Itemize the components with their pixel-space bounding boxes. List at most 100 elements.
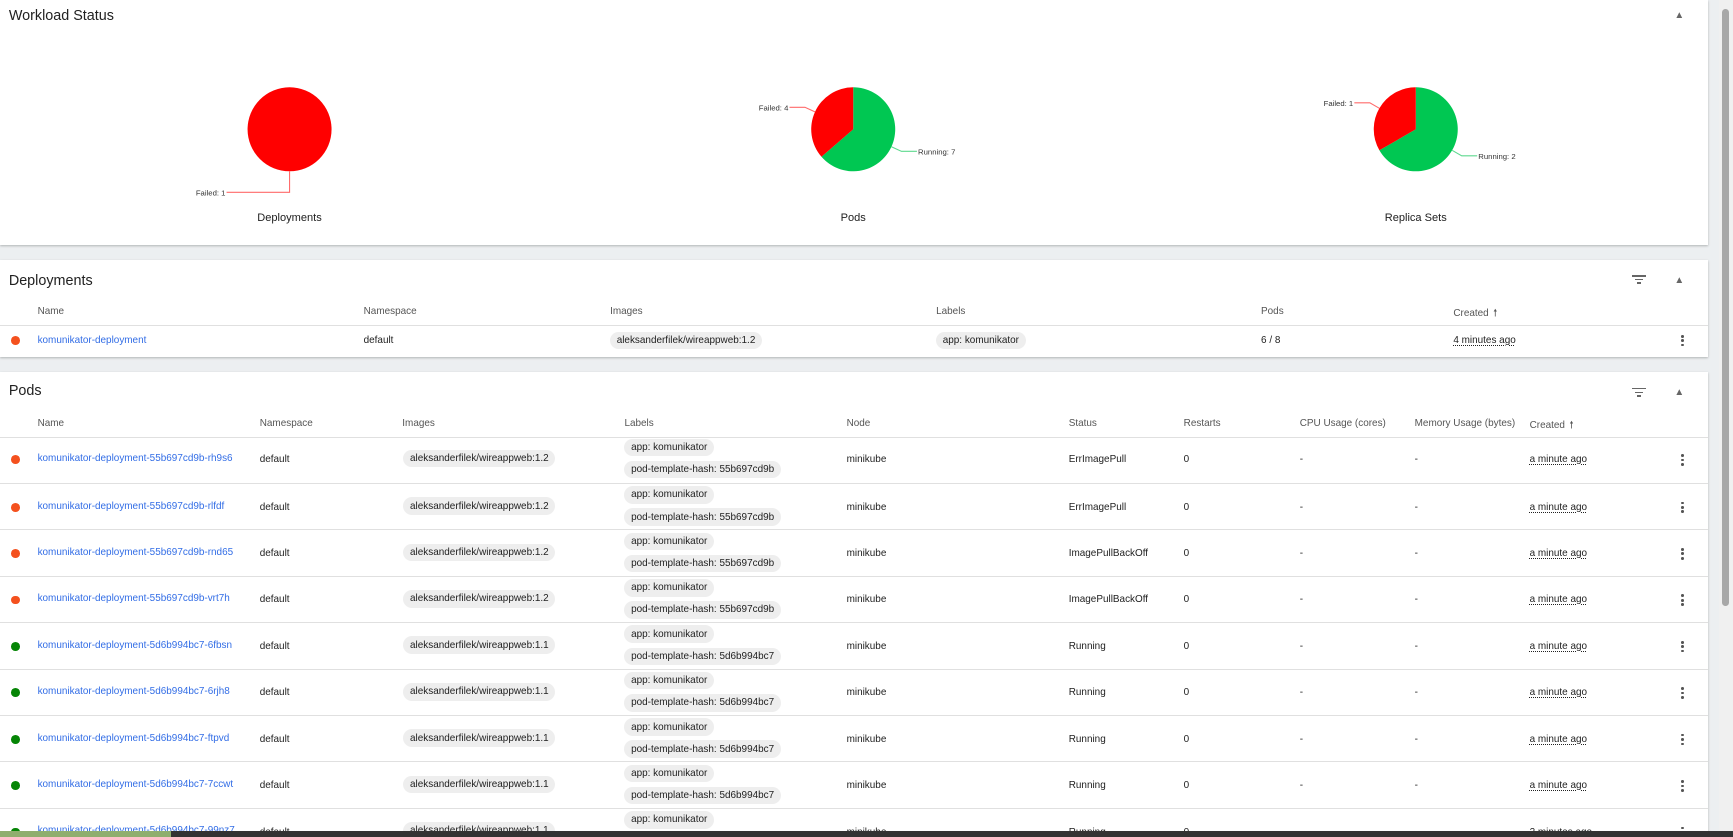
scrollbar[interactable] — [1718, 0, 1733, 837]
status-dot-failed — [11, 502, 20, 512]
label-chip: pod-template-hash: 5d6b994bc7 — [624, 740, 781, 758]
memory-usage: - — [1414, 548, 1418, 560]
arrow-up-icon[interactable]: 🠕 — [1493, 308, 1497, 319]
deployments-card: Deployments ▲ Name Namespace Images Labels P… — [0, 259, 1708, 357]
cpu-usage: - — [1299, 548, 1304, 560]
pod-row: komunikator-deployment-55b697cd9b-rlfdf d… — [0, 482, 1708, 529]
node: minikube — [846, 501, 887, 513]
cpu-usage: - — [1299, 594, 1304, 606]
pod-name-link[interactable]: komunikator-deployment-5d6b994bc7-7ccwt — [38, 779, 234, 790]
status-dot-running — [11, 688, 20, 698]
created-time: a minute ago — [1529, 687, 1588, 699]
label-line — [789, 106, 816, 113]
status-dot-failed — [11, 455, 20, 465]
status-dot-failed — [11, 335, 20, 345]
column-header-restarts[interactable]: Restarts — [1184, 418, 1221, 429]
column-header-status[interactable]: Status — [1069, 418, 1097, 429]
chevron-up-icon[interactable]: ▲ — [1674, 387, 1684, 398]
column-header-name[interactable]: Name — [38, 306, 65, 317]
label-chip: pod-template-hash: 55b697cd9b — [624, 460, 781, 479]
pod-name-link[interactable]: komunikator-deployment-55b697cd9b-vrt7h — [38, 593, 230, 604]
more-vert-icon[interactable] — [1681, 501, 1685, 515]
more-vert-icon[interactable] — [1681, 334, 1685, 348]
pod-name-link[interactable]: komunikator-deployment-5d6b994bc7-6fbsn — [38, 640, 232, 651]
label-chip: app: komunikator — [624, 718, 714, 736]
status-dot-failed — [11, 595, 20, 605]
cpu-usage: - — [1299, 454, 1304, 466]
header-label: Name — [37, 306, 65, 318]
column-header-namespace[interactable]: Namespace — [260, 418, 313, 429]
restarts: 0 — [1183, 733, 1190, 745]
chart-title: Replica Sets — [1384, 212, 1447, 225]
scrollbar-thumb[interactable] — [1721, 8, 1729, 606]
column-header-memory-usage-bytes-[interactable]: Memory Usage (bytes) — [1415, 418, 1516, 429]
column-header-namespace[interactable]: Namespace — [364, 306, 417, 317]
column-header-created[interactable]: Created 🠕 — [1530, 418, 1574, 435]
created-time: a minute ago — [1529, 780, 1588, 792]
pod-row: komunikator-deployment-5d6b994bc7-6fbsn d… — [0, 622, 1708, 668]
column-header-cpu-usage-cores-[interactable]: CPU Usage (cores) — [1300, 418, 1386, 429]
column-header-node[interactable]: Node — [847, 418, 871, 429]
label-chip: app: komunikator — [936, 331, 1026, 350]
filter-icon[interactable] — [1632, 275, 1646, 285]
cpu-usage: - — [1299, 687, 1304, 699]
header-label: Labels — [936, 306, 966, 318]
dashboard: Workload Status ▲ Failed: 1 Running: 7 Fai… — [0, 0, 1733, 837]
more-vert-icon[interactable] — [1681, 780, 1685, 793]
namespace: default — [259, 640, 290, 652]
arrow-up-icon[interactable]: 🠕 — [1569, 420, 1573, 431]
pod-name-link[interactable]: komunikator-deployment-5d6b994bc7-6rjh8 — [38, 686, 230, 697]
more-vert-icon[interactable] — [1681, 687, 1685, 700]
filter-icon[interactable] — [1632, 387, 1646, 398]
column-header-name[interactable]: Name — [38, 418, 65, 429]
cpu-usage: - — [1299, 780, 1304, 792]
column-header-labels[interactable]: Labels — [624, 418, 653, 429]
pod-name-link[interactable]: komunikator-deployment-55b697cd9b-rlfdf — [38, 501, 225, 512]
column-header-created[interactable]: Created 🠕 — [1453, 306, 1497, 323]
pie-slice-failed — [247, 87, 332, 172]
label-chip: pod-template-hash: 55b697cd9b — [624, 508, 781, 526]
namespace: default — [259, 548, 290, 560]
header-label: Restarts — [1183, 417, 1221, 429]
pod-name-link[interactable]: komunikator-deployment-55b697cd9b-rnd65 — [38, 547, 234, 558]
namespace: default — [259, 733, 290, 745]
deployment-name-link[interactable]: komunikator-deployment — [38, 335, 147, 346]
column-header-images[interactable]: Images — [402, 418, 435, 429]
pod-status: Running — [1068, 733, 1106, 745]
header-label: Created — [1453, 308, 1489, 320]
pod-status: ErrImagePull — [1068, 454, 1127, 466]
more-vert-icon[interactable] — [1681, 640, 1685, 654]
label-line — [1451, 149, 1478, 157]
more-vert-icon[interactable] — [1681, 733, 1685, 747]
label-chip: pod-template-hash: 5d6b994bc7 — [624, 647, 781, 666]
created-time: a minute ago — [1529, 640, 1588, 652]
more-vert-icon[interactable] — [1681, 594, 1685, 607]
memory-usage: - — [1414, 454, 1418, 466]
pod-status: Running — [1068, 687, 1106, 699]
namespace: default — [363, 334, 394, 346]
more-vert-icon[interactable] — [1681, 548, 1685, 561]
node: minikube — [846, 687, 887, 699]
column-header-images[interactable]: Images — [610, 306, 643, 317]
pod-name-link[interactable]: komunikator-deployment-5d6b994bc7-ftpvd — [38, 733, 230, 744]
label-line — [891, 146, 917, 152]
node: minikube — [846, 733, 887, 745]
status-dot-running — [11, 734, 20, 744]
status-bar — [0, 831, 1733, 837]
label-chip: app: komunikator — [624, 486, 714, 504]
slice-label: Failed: 1 — [1324, 99, 1354, 108]
node: minikube — [846, 454, 887, 466]
more-vert-icon[interactable] — [1681, 454, 1685, 467]
restarts: 0 — [1183, 454, 1190, 466]
header-label: Labels — [624, 417, 654, 429]
node: minikube — [846, 780, 887, 792]
column-header-pods[interactable]: Pods — [1261, 306, 1284, 317]
pod-name-link[interactable]: komunikator-deployment-55b697cd9b-rh9s6 — [38, 453, 233, 464]
pod-row: komunikator-deployment-55b697cd9b-rnd65 d… — [0, 529, 1708, 575]
column-header-labels[interactable]: Labels — [936, 306, 965, 317]
chevron-up-icon[interactable]: ▲ — [1674, 275, 1684, 286]
image-chip: aleksanderfilek/wireappweb:1.2 — [403, 543, 556, 562]
pod-status: Running — [1068, 780, 1106, 792]
slice-label: Running: 7 — [918, 148, 955, 157]
namespace: default — [259, 687, 290, 699]
